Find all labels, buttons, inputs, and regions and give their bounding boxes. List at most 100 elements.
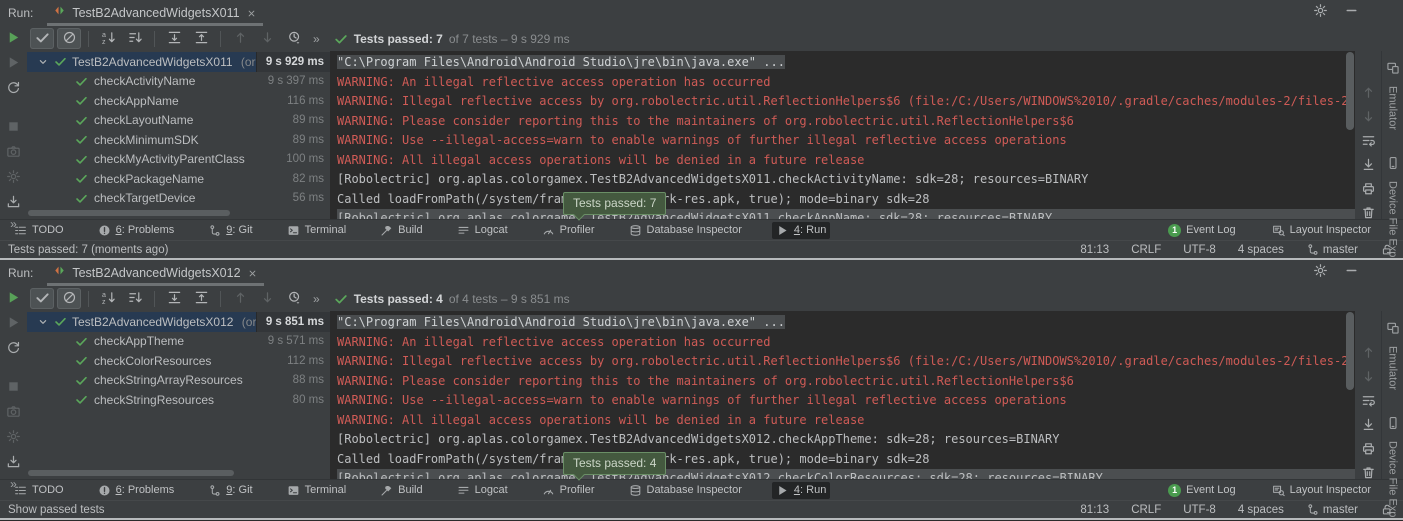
test-row[interactable]: checkMinimumSDK89 ms xyxy=(27,130,330,150)
prev-occurrence-icon[interactable] xyxy=(1361,85,1376,100)
toggle-auto-test-icon[interactable] xyxy=(6,340,21,355)
status-widget-readonly-lock[interactable] xyxy=(1380,243,1393,256)
print-icon[interactable] xyxy=(1361,181,1376,196)
show-ignored-button[interactable] xyxy=(57,288,81,309)
sort-by-duration-button[interactable] xyxy=(123,288,147,309)
test-row[interactable]: checkTargetDevice56 ms xyxy=(27,189,330,209)
test-tree-root-row[interactable]: TestB2AdvancedWidgetsX011 (org.ap9 s 929… xyxy=(27,52,330,72)
toolwindow-button-problems[interactable]: 6: Problems xyxy=(94,482,179,499)
test-history-button[interactable] xyxy=(282,288,306,309)
show-passed-button[interactable] xyxy=(30,288,54,309)
show-ignored-button[interactable] xyxy=(57,28,81,49)
toolwindow-button-profiler[interactable]: Profiler xyxy=(538,222,599,239)
layout-inspector-button[interactable]: Layout Inspector xyxy=(1268,482,1375,499)
thread-dump-icon[interactable] xyxy=(6,144,21,159)
test-row[interactable]: checkMyActivityParentClass100 ms xyxy=(27,150,330,170)
event-log-button[interactable]: 1Event Log xyxy=(1164,482,1240,499)
test-history-button[interactable] xyxy=(282,28,306,49)
tree-horizontal-scrollbar[interactable] xyxy=(28,470,234,476)
test-row[interactable]: checkPackageName82 ms xyxy=(27,169,330,189)
print-icon[interactable] xyxy=(1361,441,1376,456)
collapse-all-button[interactable] xyxy=(189,28,213,49)
stop-icon[interactable] xyxy=(6,379,21,394)
test-row[interactable]: checkColorResources112 ms xyxy=(27,351,330,371)
toolwindow-button-build[interactable]: Build xyxy=(376,222,426,239)
toolwindow-button-todo[interactable]: TODO xyxy=(10,482,68,499)
toolwindow-button-logcat[interactable]: Logcat xyxy=(453,222,512,239)
test-runner-settings-icon[interactable] xyxy=(6,429,21,444)
rerun-failed-tests-icon[interactable] xyxy=(6,315,21,330)
stripe-button-emulator[interactable]: Emulator xyxy=(1386,61,1400,130)
previous-failed-test-button[interactable] xyxy=(228,28,252,49)
console-scrollbar[interactable] xyxy=(1345,311,1355,479)
close-icon[interactable] xyxy=(246,8,257,19)
tree-horizontal-scrollbar[interactable] xyxy=(28,210,230,216)
soft-wrap-icon[interactable] xyxy=(1361,393,1376,408)
test-row[interactable]: checkAppTheme9 s 571 ms xyxy=(27,332,330,352)
next-occurrence-icon[interactable] xyxy=(1361,369,1376,384)
console-scrollbar-thumb[interactable] xyxy=(1346,52,1354,130)
expander-icon[interactable] xyxy=(37,56,49,68)
toolwindow-button-terminal[interactable]: Terminal xyxy=(283,482,351,499)
toolwindow-button-database-inspector[interactable]: Database Inspector xyxy=(625,482,746,499)
soft-wrap-icon[interactable] xyxy=(1361,133,1376,148)
status-widget-indent[interactable]: 4 spaces xyxy=(1238,244,1284,256)
toolwindow-button-run[interactable]: 4: Run xyxy=(772,482,830,499)
previous-failed-test-button[interactable] xyxy=(228,288,252,309)
rerun-icon[interactable] xyxy=(6,30,21,45)
next-occurrence-icon[interactable] xyxy=(1361,109,1376,124)
rerun-failed-tests-icon[interactable] xyxy=(6,55,21,70)
settings-icon[interactable] xyxy=(1313,3,1328,23)
scroll-to-end-icon[interactable] xyxy=(1361,157,1376,172)
hide-icon[interactable] xyxy=(1344,3,1359,23)
scroll-to-end-icon[interactable] xyxy=(1361,417,1376,432)
hide-icon[interactable] xyxy=(1344,263,1359,283)
status-widget-indent[interactable]: 4 spaces xyxy=(1238,504,1284,516)
settings-icon[interactable] xyxy=(1313,263,1328,283)
status-widget-git-branch[interactable]: master xyxy=(1306,503,1358,516)
toolwindow-button-git[interactable]: 9: Git xyxy=(204,222,256,239)
sort-alphabetically-button[interactable]: az xyxy=(96,288,120,309)
test-row[interactable]: checkLayoutName89 ms xyxy=(27,111,330,131)
more-icon[interactable]: » xyxy=(313,294,320,304)
import-test-results-icon[interactable] xyxy=(6,194,21,209)
expander-icon[interactable] xyxy=(37,316,49,328)
thread-dump-icon[interactable] xyxy=(6,404,21,419)
status-widget-caret-position[interactable]: 81:13 xyxy=(1080,244,1109,256)
show-passed-button[interactable] xyxy=(30,28,54,49)
clear-all-icon[interactable] xyxy=(1361,465,1376,480)
toolwindow-button-database-inspector[interactable]: Database Inspector xyxy=(625,222,746,239)
next-failed-test-button[interactable] xyxy=(255,28,279,49)
rerun-icon[interactable] xyxy=(6,290,21,305)
expand-all-button[interactable] xyxy=(162,288,186,309)
test-row[interactable]: checkStringArrayResources88 ms xyxy=(27,371,330,391)
status-widget-readonly-lock[interactable] xyxy=(1380,503,1393,516)
stop-icon[interactable] xyxy=(6,119,21,134)
status-widget-encoding[interactable]: UTF-8 xyxy=(1183,504,1216,516)
status-widget-git-branch[interactable]: master xyxy=(1306,243,1358,256)
layout-inspector-button[interactable]: Layout Inspector xyxy=(1268,222,1375,239)
toolwindow-button-todo[interactable]: TODO xyxy=(10,222,68,239)
toggle-auto-test-icon[interactable] xyxy=(6,80,21,95)
close-icon[interactable] xyxy=(247,268,258,279)
console-scrollbar-thumb[interactable] xyxy=(1346,312,1354,390)
test-tree-root-row[interactable]: TestB2AdvancedWidgetsX012 (org.ap9 s 851… xyxy=(27,312,330,332)
stripe-button-emulator[interactable]: Emulator xyxy=(1386,321,1400,390)
expand-all-button[interactable] xyxy=(162,28,186,49)
status-widget-encoding[interactable]: UTF-8 xyxy=(1183,244,1216,256)
console-output[interactable]: "C:\Program Files\Android\Android Studio… xyxy=(330,51,1355,219)
clear-all-icon[interactable] xyxy=(1361,205,1376,220)
event-log-button[interactable]: 1Event Log xyxy=(1164,222,1240,239)
run-tab[interactable]: TestB2AdvancedWidgetsX012 xyxy=(47,260,263,286)
toolwindow-button-git[interactable]: 9: Git xyxy=(204,482,256,499)
run-tab[interactable]: TestB2AdvancedWidgetsX011 xyxy=(47,0,262,26)
import-test-results-icon[interactable] xyxy=(6,454,21,469)
prev-occurrence-icon[interactable] xyxy=(1361,345,1376,360)
toolwindow-button-logcat[interactable]: Logcat xyxy=(453,482,512,499)
toolwindow-button-run[interactable]: 4: Run xyxy=(772,222,830,239)
console-scrollbar[interactable] xyxy=(1345,51,1355,219)
next-failed-test-button[interactable] xyxy=(255,288,279,309)
test-row[interactable]: checkAppName116 ms xyxy=(27,91,330,111)
test-row[interactable]: checkStringResources80 ms xyxy=(27,390,330,410)
more-icon[interactable]: » xyxy=(313,34,320,44)
